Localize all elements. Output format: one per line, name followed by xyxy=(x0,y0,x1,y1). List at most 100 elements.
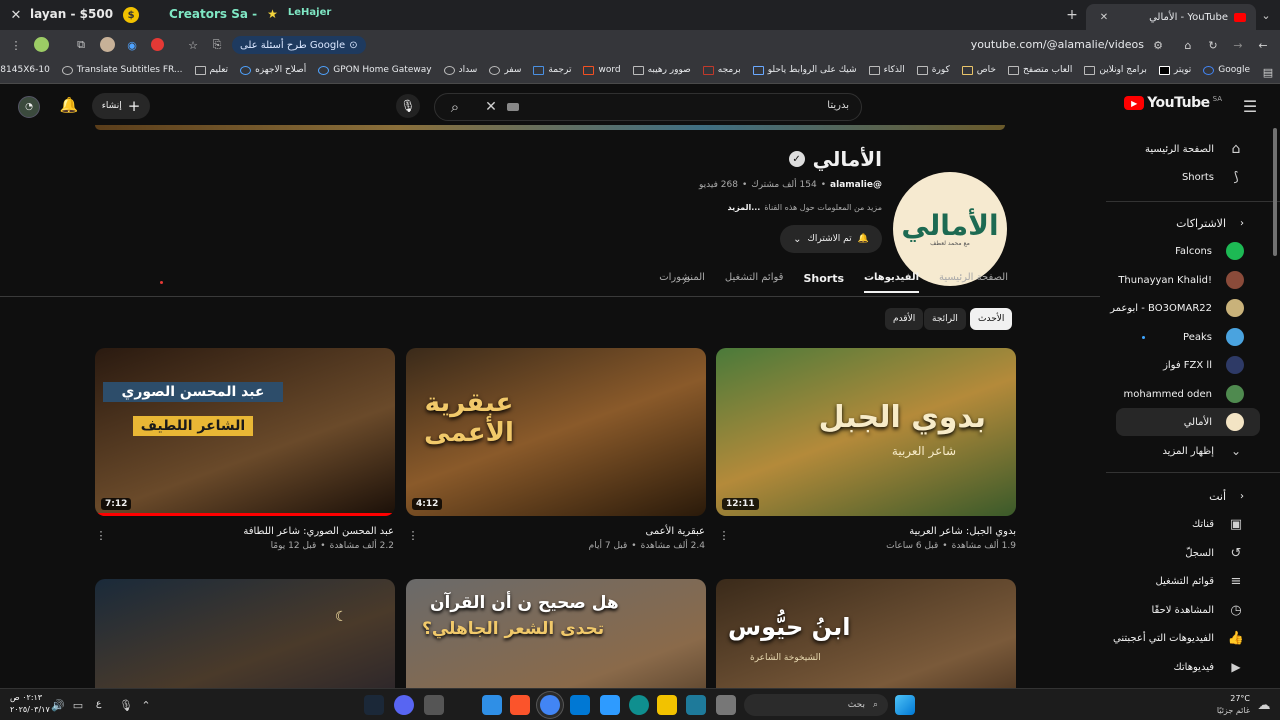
bookmark-item[interactable]: صوور رهيبه xyxy=(632,65,691,75)
voice-search-icon[interactable]: 🎙 xyxy=(396,94,420,118)
chip-oldest[interactable]: الأقدم xyxy=(885,308,924,330)
sidebar-sub-alamalie[interactable]: الأمالي xyxy=(1184,410,1244,434)
hamburger-menu-icon[interactable]: ☰ xyxy=(1242,97,1258,116)
sidebar-sub-peaks[interactable]: Peaks xyxy=(1142,325,1244,349)
all-bookmarks-icon[interactable]: ▤ xyxy=(1260,64,1276,80)
sidebar-sub-mohammed[interactable]: mohammed oden xyxy=(1124,382,1244,406)
bookmark-item[interactable]: أصلاح الاجهزه xyxy=(240,65,306,75)
search-icon[interactable]: ⌕ xyxy=(447,98,463,116)
google-lens-pill[interactable]: طرح أسئلة على Google ⊙ xyxy=(232,36,366,54)
sidebar-item-home[interactable]: ⌂ الصفحة الرئيسية xyxy=(1145,137,1244,161)
tab-shorts[interactable]: Shorts xyxy=(803,272,844,293)
bookmark-item[interactable]: تويتر xyxy=(1158,65,1191,75)
video-title[interactable]: بدوي الجبل: شاعر العربية xyxy=(726,526,1016,537)
video-title[interactable]: عبد المحسن الصوري: شاعر اللطافة xyxy=(104,526,394,537)
address-bar[interactable]: youtube.com/@alamalie/videos xyxy=(971,38,1144,51)
menu-dots-icon[interactable]: ⋮ xyxy=(8,37,24,53)
bookmark-item[interactable]: سداد xyxy=(443,65,477,75)
notifications-bell-icon[interactable]: 🔔 xyxy=(60,96,79,114)
steam-icon[interactable] xyxy=(364,695,384,715)
sidebar-sub-fzx[interactable]: فواز FZX ll xyxy=(1163,353,1244,377)
video-thumbnail[interactable]: عبقرية الأعمى 4:12 xyxy=(406,348,706,516)
mail-icon[interactable] xyxy=(482,695,502,715)
video-thumbnail[interactable]: بدوي الجبل شاعر العربية 12:11 xyxy=(716,348,1016,516)
wave-extension-icon[interactable]: ◉ xyxy=(124,37,140,53)
sidebar-show-more[interactable]: ⌄ إظهار المزيد xyxy=(1162,439,1244,463)
search-box[interactable]: بدريتا ✕ ⌕ xyxy=(434,93,862,121)
cast-icon[interactable]: ⎘ xyxy=(209,37,225,53)
subscribed-button[interactable]: ⌄ تم الاشتراك 🔔 xyxy=(780,225,882,253)
search-input[interactable]: بدريتا xyxy=(827,100,849,111)
bookmark-item[interactable]: ترجمة xyxy=(533,65,571,75)
video-menu-icon[interactable]: ⋮ xyxy=(93,527,109,543)
channel-about[interactable]: مزيد من المعلومات حول هذه القناة ...المز… xyxy=(728,203,882,212)
you-header[interactable]: › أنت xyxy=(1209,484,1244,508)
bookmark-item[interactable]: خاص xyxy=(961,65,996,75)
bookmark-item[interactable]: برمجه xyxy=(702,65,741,75)
tab-home[interactable]: الصفحة الرئيسية xyxy=(939,272,1008,293)
bookmark-item[interactable]: شيك على الروابط ياحلو xyxy=(752,65,857,75)
sidebar-item-watch-later[interactable]: ◷ المشاهدة لاحقًا xyxy=(1151,598,1244,622)
tray-chevron-icon[interactable]: ⌃ xyxy=(138,697,154,713)
video-thumbnail[interactable]: هل صحيح ن أن القرآن تحدى الشعر الجاهلي؟ xyxy=(406,579,706,688)
video-thumbnail[interactable]: ابنُ حيُّوس الشيخوخة الشاعرة xyxy=(716,579,1016,688)
volume-icon[interactable]: 🔊 xyxy=(50,697,66,713)
tab-active[interactable]: ✕ الأمالي - YouTube xyxy=(1086,4,1256,30)
bookmark-item[interactable]: العاب متصفح xyxy=(1007,65,1072,75)
keyboard-icon[interactable] xyxy=(507,103,519,111)
bookmark-item[interactable]: Google xyxy=(1203,65,1250,75)
bookmark-item[interactable]: برامج اونلاين xyxy=(1084,65,1147,75)
red-extension-icon[interactable] xyxy=(151,38,164,51)
discord-icon[interactable] xyxy=(394,695,414,715)
bookmark-item[interactable]: كورة xyxy=(916,65,950,75)
extension-icon[interactable] xyxy=(34,37,49,52)
channel-search-icon[interactable]: ⌕ xyxy=(679,270,695,288)
app-icon[interactable] xyxy=(424,695,444,715)
tab-menu-icon[interactable]: ⌄ xyxy=(1258,7,1274,23)
bookmark-item[interactable]: GPON Home Gateway xyxy=(318,65,432,75)
bookmark-item[interactable]: Translate Subtitles FR... xyxy=(61,65,183,75)
sidebar-sub-bo3omar[interactable]: ابوعمر - BO3OMAR22 xyxy=(1110,296,1244,320)
reload-icon[interactable]: ↻ xyxy=(1205,37,1221,53)
app-icon-2[interactable] xyxy=(686,695,706,715)
more-link[interactable]: ...المزيد xyxy=(728,203,761,212)
video-menu-icon[interactable]: ⋮ xyxy=(716,527,732,543)
chrome-icon[interactable] xyxy=(540,695,560,715)
video-thumbnail[interactable]: عبد المحسن الصوري الشاعر اللطيف 7:12 xyxy=(95,348,395,516)
bookmark-item[interactable]: تعليم xyxy=(194,65,228,75)
sidebar-item-liked[interactable]: 👍 الفيديوهات التي أعجبتني xyxy=(1113,626,1244,650)
video-thumbnail[interactable]: ☾ xyxy=(95,579,395,688)
taskbar-search[interactable]: بحث ⌕ xyxy=(744,694,888,716)
sidebar-item-shorts[interactable]: ⟆ Shorts xyxy=(1182,165,1244,189)
tab-playlists[interactable]: قوائم التشغيل xyxy=(725,272,784,293)
network-icon[interactable]: ▭ xyxy=(70,697,86,713)
sidebar-sub-falcons[interactable]: Falcons xyxy=(1175,239,1244,263)
tab-videos[interactable]: الفيديوهات xyxy=(864,272,919,293)
site-settings-icon[interactable]: ⚙ xyxy=(1150,37,1166,53)
youtube-logo[interactable]: ▶ YouTube SA xyxy=(1124,95,1222,111)
subscriptions-header[interactable]: › الاشتراكات xyxy=(1176,211,1244,235)
sidebar-item-channel[interactable]: ▣ قناتك xyxy=(1192,512,1244,536)
extensions-icon[interactable]: ⧉ xyxy=(73,37,89,53)
video-menu-icon[interactable]: ⋮ xyxy=(405,527,421,543)
input-language[interactable]: ع xyxy=(96,699,101,709)
home-browser-icon[interactable]: ⌂ xyxy=(1180,37,1196,53)
brave-icon[interactable] xyxy=(510,695,530,715)
clock[interactable]: ٠٢:١٣ ص ٢٠٢٥/٠٣/١٧ xyxy=(10,692,50,716)
create-button[interactable]: إنشاء + xyxy=(92,93,150,119)
close-tab-icon[interactable]: ✕ xyxy=(1096,9,1112,25)
bookmark-item[interactable]: word xyxy=(583,65,621,75)
sidebar-item-history[interactable]: ↺ السجلّ xyxy=(1185,541,1244,565)
close-window-icon[interactable]: ✕ xyxy=(8,7,24,23)
bookmark-star-icon[interactable]: ☆ xyxy=(185,37,201,53)
store-icon[interactable] xyxy=(600,695,620,715)
outlook-icon[interactable] xyxy=(570,695,590,715)
chip-popular[interactable]: الرائجة xyxy=(924,308,966,330)
bookmark-item[interactable]: HG8145X6-10 xyxy=(0,65,50,75)
file-explorer-icon[interactable] xyxy=(657,695,677,715)
new-tab-button[interactable]: + xyxy=(1064,7,1080,23)
profile-extension-icon[interactable] xyxy=(100,37,115,52)
chip-latest[interactable]: الأحدث xyxy=(970,308,1013,330)
user-avatar[interactable]: ◔ xyxy=(18,96,40,118)
clear-search-icon[interactable]: ✕ xyxy=(483,99,499,115)
